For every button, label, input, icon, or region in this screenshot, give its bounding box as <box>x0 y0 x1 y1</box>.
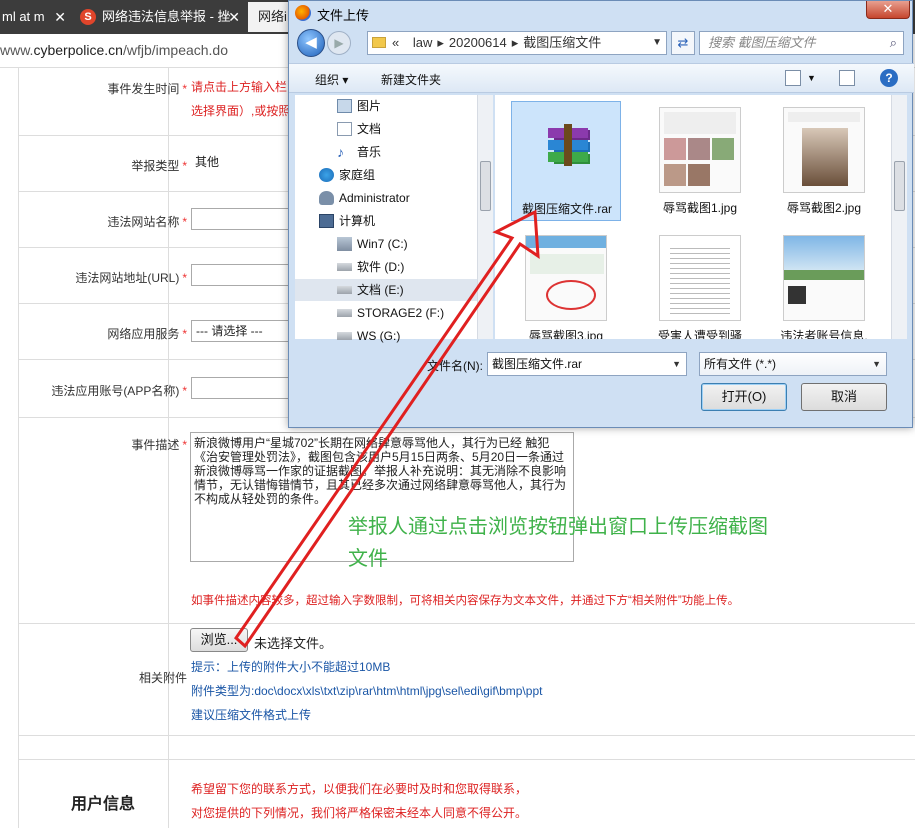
annotation-arrow <box>234 209 540 649</box>
annotation-arrow-shape <box>234 209 540 649</box>
screen: ml at m ✕ S 网络违法信息举报 - 挫 ✕ 网络i www.cyber… <box>0 0 915 828</box>
